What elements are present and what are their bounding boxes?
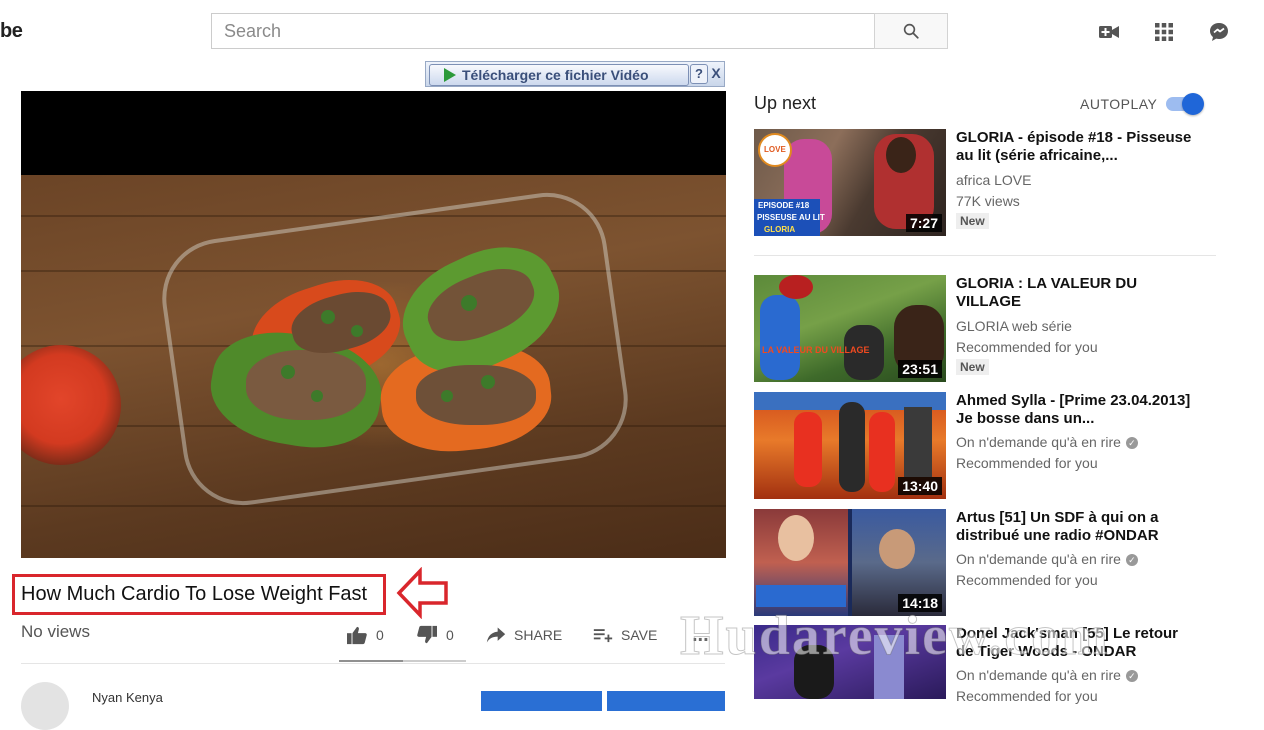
dislike-count: 0 <box>446 627 454 643</box>
up-next-item[interactable]: 14:18 Artus [51] Un SDF à qui on a distr… <box>754 509 1214 619</box>
channel-name: On n'demande qu'à en rire ✓ <box>956 434 1138 450</box>
save-label: SAVE <box>621 627 658 643</box>
download-video-button[interactable]: Télécharger ce fichier Vidéo <box>429 64 689 86</box>
video-camera-icon[interactable] <box>1097 20 1121 44</box>
recommendation-label: Recommended for you <box>956 339 1098 355</box>
recommendation-label: Recommended for you <box>956 688 1098 704</box>
up-next-item[interactable]: LA VALEUR DU VILLAGE 23:51 GLORIA : LA V… <box>754 275 1214 385</box>
download-toolbar: Télécharger ce fichier Vidéo ? X <box>425 61 725 87</box>
channel-name: On n'demande qu'à en rire ✓ <box>956 551 1138 567</box>
video-title: How Much Cardio To Lose Weight Fast <box>21 583 368 605</box>
video-duration: 13:40 <box>898 477 942 495</box>
divider <box>754 255 1216 256</box>
download-help-button[interactable]: ? <box>690 64 708 84</box>
tomato-bowl <box>21 345 121 465</box>
video-duration: 23:51 <box>898 360 942 378</box>
channel-name: On n'demande qu'à en rire ✓ <box>956 667 1138 683</box>
video-thumbnail: LA VALEUR DU VILLAGE 23:51 <box>754 275 946 382</box>
search-bar <box>211 13 948 49</box>
autoplay-label: AUTOPLAY <box>1080 96 1158 112</box>
top-bar: be <box>0 0 1264 62</box>
annotation-arrow-icon <box>396 567 448 619</box>
video-frame <box>21 175 726 558</box>
view-count: 77K views <box>956 193 1020 209</box>
dislike-button[interactable]: 0 <box>416 624 454 646</box>
search-icon <box>903 23 919 39</box>
video-title: GLORIA : LA VALEUR DU VILLAGE <box>956 275 1138 310</box>
share-icon <box>486 627 506 643</box>
new-badge: New <box>956 359 989 375</box>
up-next-item[interactable]: 13:40 Ahmed Sylla - [Prime 23.04.2013] J… <box>754 392 1214 502</box>
video-player[interactable] <box>21 91 726 558</box>
video-thumbnail: 13:40 <box>754 392 946 499</box>
messages-icon[interactable] <box>1207 20 1231 44</box>
search-input[interactable] <box>211 13 874 49</box>
video-title: Donel Jack'sman [55] Le retour de Tiger … <box>956 625 1178 660</box>
new-badge: New <box>956 213 989 229</box>
verified-icon: ✓ <box>1125 670 1138 683</box>
video-duration: 14:18 <box>898 594 942 612</box>
video-thumbnail: LOVE EPISODE #18 PISSEUSE AU LIT GLORIA … <box>754 129 946 236</box>
divider <box>21 663 725 664</box>
download-label: Télécharger ce fichier Vidéo <box>462 67 649 83</box>
share-button[interactable]: SHARE <box>486 624 562 646</box>
join-button[interactable] <box>481 691 602 711</box>
recommendation-label: Recommended for you <box>956 455 1098 471</box>
thumbs-down-icon <box>417 625 437 644</box>
play-arrow-icon <box>444 68 456 82</box>
youtube-logo[interactable]: be <box>0 20 23 43</box>
verified-icon: ✓ <box>1125 554 1138 567</box>
share-label: SHARE <box>514 627 563 643</box>
autoplay-toggle[interactable] <box>1166 92 1206 115</box>
channel-name[interactable]: Nyan Kenya <box>92 690 163 705</box>
video-title: GLORIA - épisode #18 - Pisseuse au lit (… <box>956 129 1192 164</box>
up-next-heading: Up next <box>754 93 817 113</box>
subscribe-button[interactable] <box>607 691 725 711</box>
save-button[interactable]: SAVE <box>593 624 657 646</box>
channel-name: africa LOVE <box>956 172 1032 188</box>
header-actions <box>1097 20 1237 44</box>
video-title: Ahmed Sylla - [Prime 23.04.2013] Je boss… <box>956 392 1191 427</box>
thumbs-up-icon <box>347 626 367 645</box>
autoplay-toggle-knob <box>1182 93 1204 115</box>
more-actions-button[interactable]: ... <box>692 624 709 646</box>
channel-logo: LOVE <box>758 133 792 167</box>
like-button[interactable]: 0 <box>346 624 384 646</box>
up-next-item[interactable]: Donel Jack'sman [55] Le retour de Tiger … <box>754 625 1214 704</box>
sentiment-bar-fill <box>339 660 403 662</box>
verified-icon: ✓ <box>1125 437 1138 450</box>
channel-avatar[interactable] <box>21 682 69 730</box>
download-close-button[interactable]: X <box>709 64 723 82</box>
recommendation-label: Recommended for you <box>956 572 1098 588</box>
channel-name: GLORIA web série <box>956 318 1072 334</box>
up-next-item[interactable]: LOVE EPISODE #18 PISSEUSE AU LIT GLORIA … <box>754 129 1214 239</box>
video-duration: 7:27 <box>905 214 942 232</box>
video-thumbnail <box>754 625 946 699</box>
video-thumbnail: 14:18 <box>754 509 946 616</box>
search-button[interactable] <box>874 13 948 49</box>
view-count: No views <box>21 622 90 641</box>
video-title: Artus [51] Un SDF à qui on a distribué u… <box>956 509 1159 544</box>
add-to-playlist-icon <box>593 629 613 643</box>
apps-grid-icon[interactable] <box>1152 20 1176 44</box>
like-count: 0 <box>376 627 384 643</box>
